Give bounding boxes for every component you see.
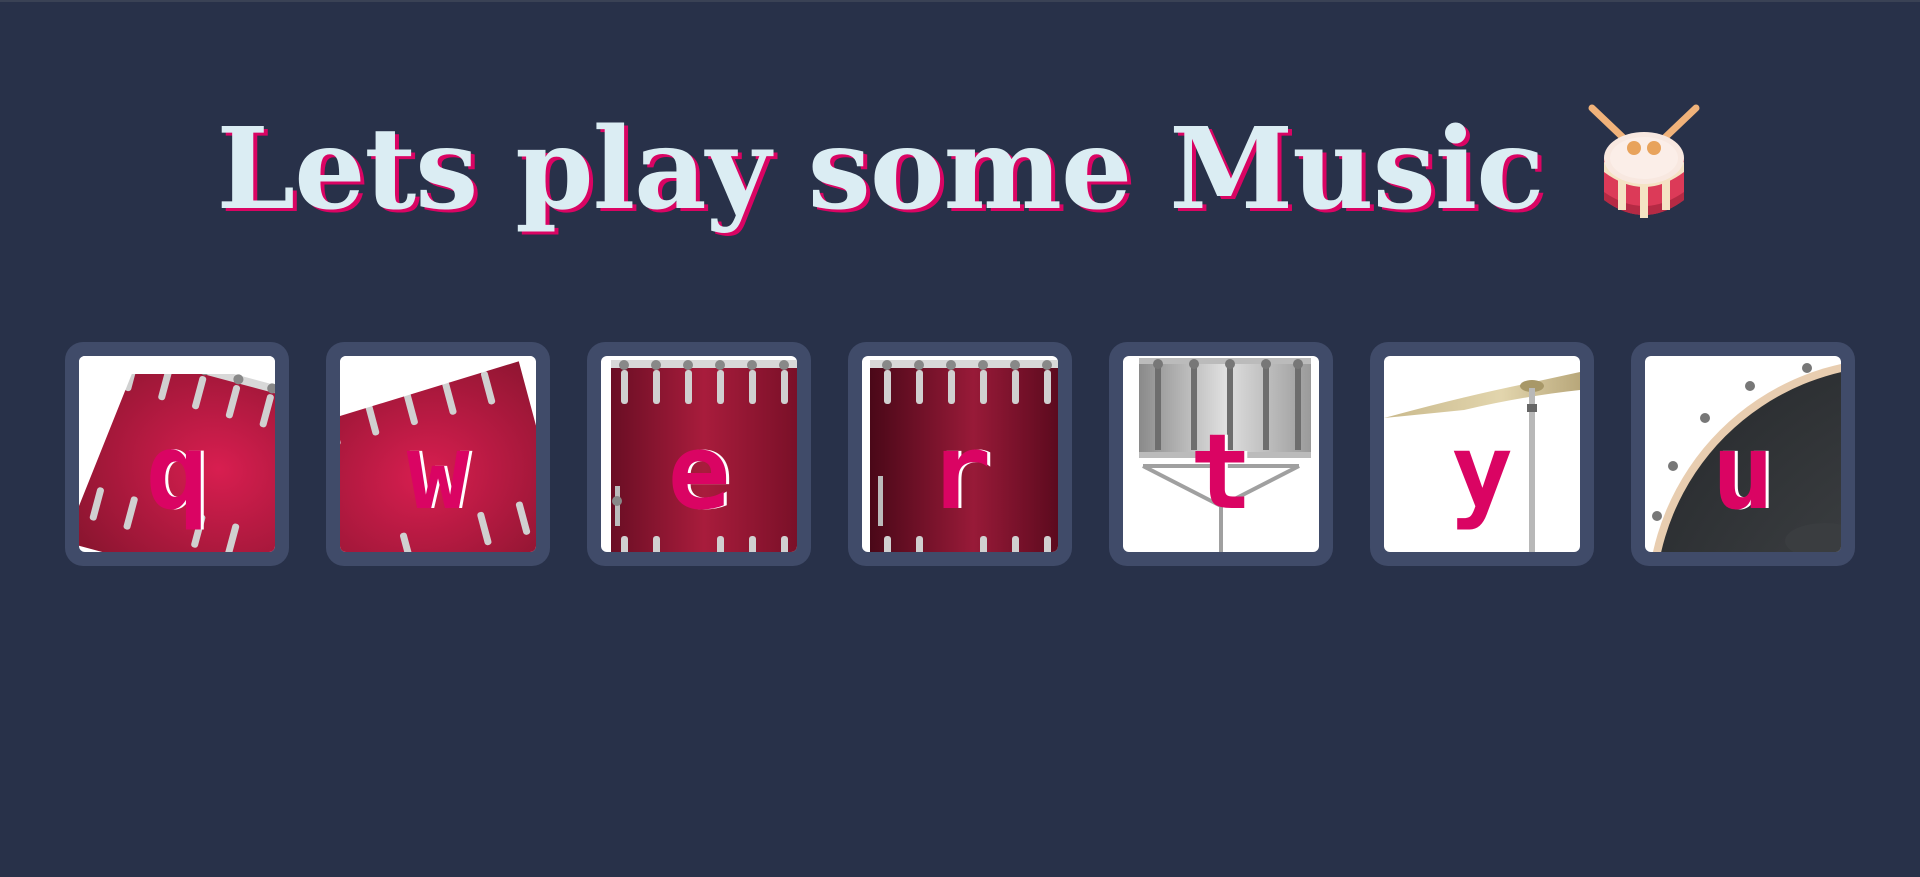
drum-pad-y[interactable]: y	[1370, 342, 1594, 566]
drum-pad-y-face: y	[1384, 356, 1580, 552]
drum-pad-u-face: u	[1645, 356, 1841, 552]
page-title: Lets play some Music	[0, 100, 1920, 240]
page-title-text: Lets play some Music	[216, 104, 1544, 235]
drum-key-label: w	[406, 411, 470, 533]
drum-pad-w-face: w	[340, 356, 536, 552]
drum-pad-r-face: r	[862, 356, 1058, 552]
drum-pad-t[interactable]: t	[1109, 342, 1333, 566]
drum-pad-q[interactable]: q	[65, 342, 289, 566]
drum-pad-w[interactable]: w	[326, 342, 550, 566]
drum-key-label: t	[1189, 411, 1253, 533]
drum-pad-r[interactable]: r	[848, 342, 1072, 566]
drum-pad-u[interactable]: u	[1631, 342, 1855, 566]
drum-pad-q-face: q	[79, 356, 275, 552]
drum-set: q w e r t y u	[65, 342, 1855, 566]
drum-key-label: u	[1711, 411, 1775, 533]
drum-pad-t-face: t	[1123, 356, 1319, 552]
drum-key-label: r	[928, 411, 992, 533]
drum-key-label: y	[1450, 411, 1514, 533]
drum-key-label: q	[145, 411, 209, 533]
drum-pad-e-face: e	[601, 356, 797, 552]
drum-emoji-icon	[1584, 100, 1704, 230]
drum-pad-e[interactable]: e	[587, 342, 811, 566]
drum-key-label: e	[667, 411, 731, 533]
